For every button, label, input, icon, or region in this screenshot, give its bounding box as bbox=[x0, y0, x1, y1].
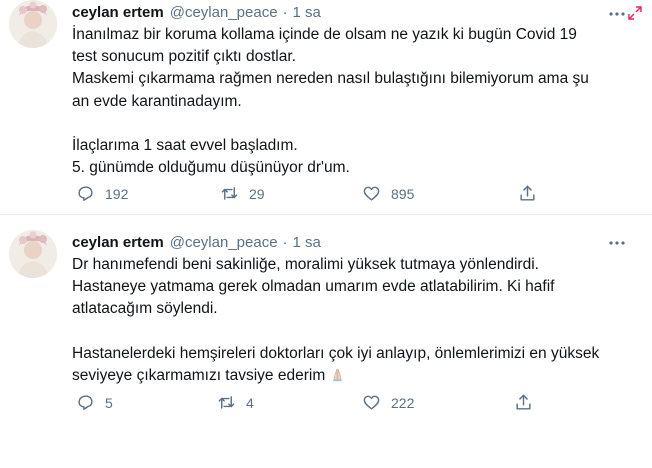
tweet-actions: 5 4 222 bbox=[72, 393, 612, 415]
text-line: seviyeye çıkarmamızı tavsiye ederim bbox=[72, 366, 326, 384]
retweet-button[interactable]: 4 bbox=[217, 393, 254, 412]
reply-count: 192 bbox=[105, 185, 129, 202]
tweet[interactable]: ceylan ertem @ceylan_peace · 1 sa Dr han… bbox=[0, 222, 652, 422]
share-button[interactable] bbox=[518, 184, 537, 203]
tweet-paragraph: İlaçlarıma 1 saat evvel başladım. 5. gün… bbox=[72, 135, 632, 179]
like-count: 895 bbox=[391, 185, 415, 202]
avatar[interactable] bbox=[9, 230, 57, 278]
retweet-count: 4 bbox=[246, 394, 254, 411]
text-line: an evde karantinadayım. bbox=[72, 92, 242, 110]
timestamp[interactable]: 1 sa bbox=[293, 4, 321, 21]
author-handle[interactable]: @ceylan_peace bbox=[170, 234, 278, 251]
tweet-paragraph: Hastanelerdeki hemşireleri doktorları ço… bbox=[72, 343, 642, 387]
share-icon bbox=[516, 394, 531, 410]
reply-button[interactable]: 192 bbox=[76, 184, 128, 203]
tweet-header: ceylan ertem @ceylan_peace · 1 sa bbox=[72, 232, 321, 252]
text-line: İnanılmaz bir koruma kollama içinde de o… bbox=[72, 26, 577, 43]
separator: · bbox=[282, 233, 288, 251]
tweet-paragraph: İnanılmaz bir koruma kollama içinde de o… bbox=[72, 24, 632, 113]
retweet-count: 29 bbox=[249, 185, 265, 202]
tweet-actions: 192 29 895 bbox=[72, 184, 612, 206]
author-name[interactable]: ceylan ertem bbox=[72, 4, 164, 21]
like-button[interactable]: 895 bbox=[362, 184, 414, 203]
text-line: Maskemi çıkarmama rağmen nereden nasıl b… bbox=[72, 70, 589, 88]
reply-count: 5 bbox=[105, 394, 113, 411]
tweet-text: İnanılmaz bir koruma kollama içinde de o… bbox=[72, 24, 632, 179]
more-icon[interactable] bbox=[606, 5, 628, 23]
tweet-paragraph: Dr hanımefendi beni sakinliğe, moralimi … bbox=[72, 254, 642, 321]
like-button[interactable]: 222 bbox=[362, 393, 414, 412]
retweet-icon bbox=[221, 187, 238, 200]
author-handle[interactable]: @ceylan_peace bbox=[170, 4, 278, 21]
text-line: İlaçlarıma 1 saat evvel başladım. bbox=[72, 136, 298, 154]
tweet[interactable]: ceylan ertem @ceylan_peace · 1 sa İnanıl… bbox=[0, 0, 652, 215]
text-line: Hastanelerdeki hemşireleri doktorları ço… bbox=[72, 344, 600, 362]
author-name[interactable]: ceylan ertem bbox=[72, 234, 164, 251]
reply-icon bbox=[78, 395, 93, 410]
share-button[interactable] bbox=[514, 393, 533, 412]
reply-icon bbox=[78, 186, 93, 201]
retweet-icon bbox=[218, 396, 235, 409]
like-icon bbox=[363, 186, 380, 201]
timestamp[interactable]: 1 sa bbox=[293, 234, 321, 251]
reply-button[interactable]: 5 bbox=[76, 393, 113, 412]
avatar[interactable] bbox=[9, 0, 57, 48]
text-line: Dr hanımefendi beni sakinliğe, moralimi … bbox=[72, 256, 539, 273]
folded-hands-emoji bbox=[330, 367, 345, 382]
separator: · bbox=[282, 3, 288, 21]
tweet-text: Dr hanımefendi beni sakinliğe, moralimi … bbox=[72, 254, 642, 387]
like-icon bbox=[363, 395, 380, 410]
text-line: atlatacağım söylendi. bbox=[72, 300, 218, 318]
like-count: 222 bbox=[391, 394, 415, 411]
text-line: Hastaneye yatmama gerek olmadan umarım e… bbox=[72, 278, 555, 296]
tweet-header: ceylan ertem @ceylan_peace · 1 sa bbox=[72, 2, 321, 22]
share-icon bbox=[520, 185, 535, 201]
text-line: test sonucum pozitif çıktı dostlar. bbox=[72, 48, 296, 66]
expand-icon[interactable] bbox=[628, 6, 642, 20]
more-icon[interactable] bbox=[606, 234, 628, 252]
retweet-button[interactable]: 29 bbox=[220, 184, 265, 203]
text-line: 5. günümde olduğumu düşünüyor dr'um. bbox=[72, 159, 350, 177]
